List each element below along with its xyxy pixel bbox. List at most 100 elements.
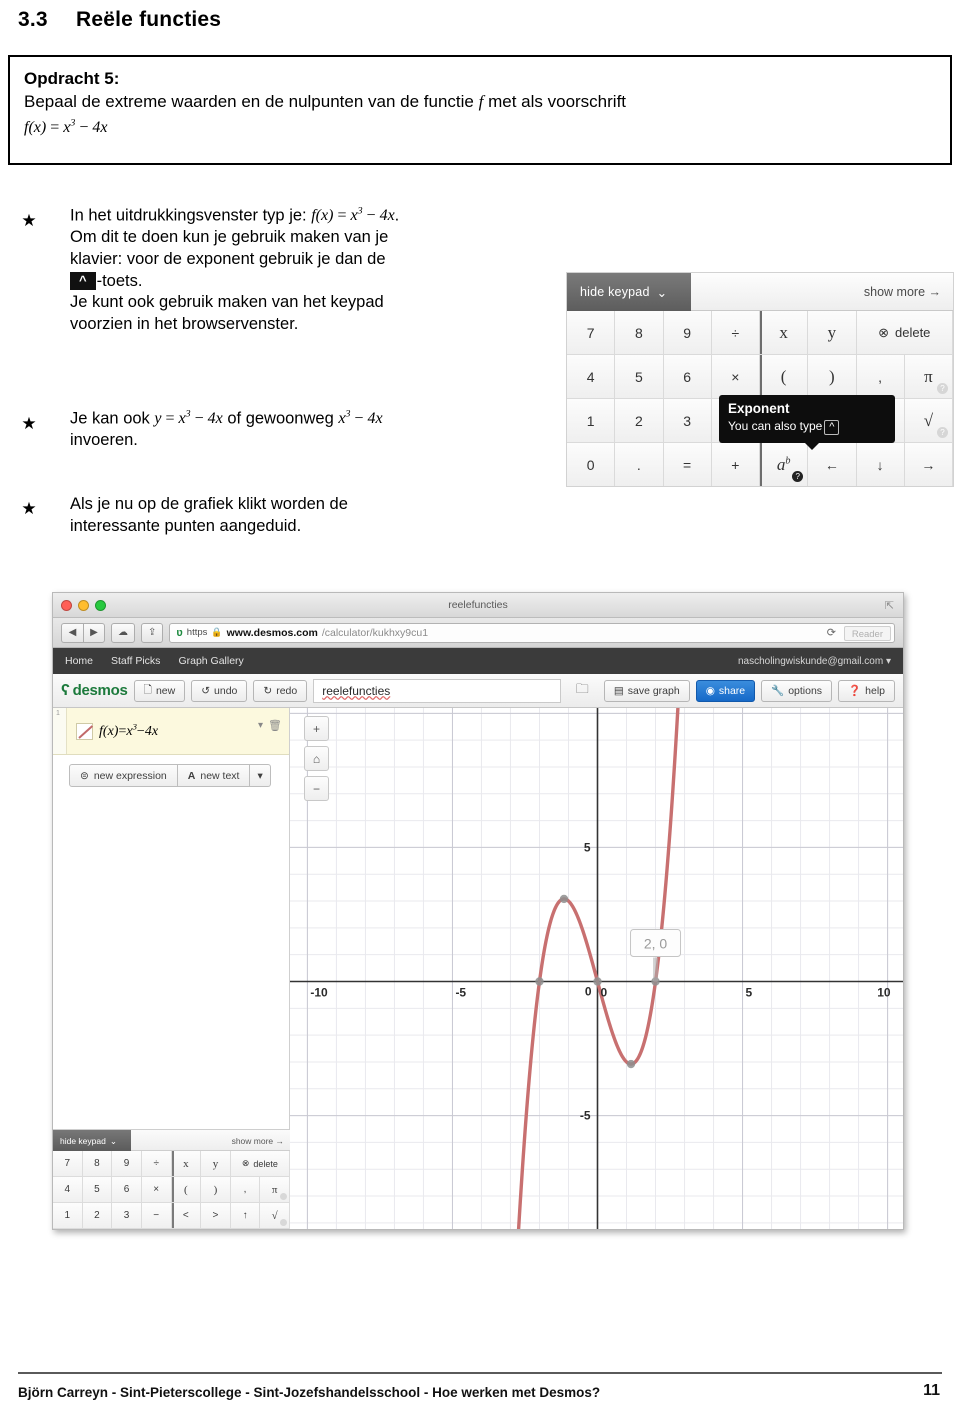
share-icon[interactable]: ⇪ <box>141 622 164 643</box>
minimize-window-icon[interactable] <box>78 600 89 611</box>
zoom-out-button[interactable]: − <box>304 776 329 801</box>
keypad-key-y[interactable]: y <box>808 311 857 355</box>
icloud-tabs-icon[interactable]: ☁ <box>111 622 135 643</box>
marked-point[interactable] <box>535 977 544 986</box>
keypad-key-[interactable]: √? <box>904 399 953 443</box>
expression-row[interactable]: 1 f(x)=x3−4x f(x)=x³−4x ▾ 🗑 <box>53 708 289 755</box>
desmos-keypad-key[interactable]: ↓ <box>231 1229 261 1230</box>
keypad-key-4[interactable]: 4 <box>567 355 616 399</box>
address-bar[interactable]: ʋ https 🔒 www.desmos.com /calculator/kuk… <box>169 622 895 643</box>
desmos-keypad-key[interactable]: − <box>141 1203 172 1229</box>
new-button[interactable]: 🗋 new <box>133 679 186 702</box>
keypad-key-1[interactable]: 1 <box>567 399 616 443</box>
keypad-key-3[interactable]: 3 <box>663 399 712 443</box>
nav-item-staff-picks[interactable]: Staff Picks <box>111 655 160 667</box>
keypad-key-9[interactable]: 9 <box>663 311 712 355</box>
desmos-keypad-key[interactable]: + <box>142 1229 172 1230</box>
marked-point[interactable] <box>593 977 602 986</box>
keypad-key-[interactable]: . <box>615 443 664 486</box>
keypad-key-[interactable]: ÷ <box>711 311 760 355</box>
desmos-keypad-key[interactable]: < <box>171 1203 202 1229</box>
keypad-key-6[interactable]: 6 <box>663 355 712 399</box>
reload-icon[interactable]: ⟳ <box>827 626 836 639</box>
graph-title-input[interactable]: reelefuncties <box>313 678 561 703</box>
desmos-keypad-key[interactable]: ab <box>172 1229 202 1230</box>
desmos-keypad-key[interactable]: = <box>112 1229 142 1230</box>
desmos-keypad-key[interactable]: ÷ <box>141 1151 172 1177</box>
desmos-keypad-key[interactable]: 7 <box>53 1151 83 1177</box>
desmos-keypad-key[interactable]: x <box>171 1151 202 1177</box>
back-button[interactable]: ◀ <box>61 622 83 643</box>
keypad-key-[interactable]: + <box>711 443 760 486</box>
desmos-keypad-key[interactable]: ⊗ delete <box>230 1151 290 1177</box>
keypad-key-[interactable]: × <box>711 355 760 399</box>
expression-value[interactable]: f(x)=x3−4x f(x)=x³−4x <box>99 722 158 741</box>
home-button[interactable]: ⌂ <box>304 746 329 771</box>
keypad-key-[interactable]: = <box>663 443 712 486</box>
close-window-icon[interactable] <box>61 600 72 611</box>
keypad-key-7[interactable]: 7 <box>567 311 616 355</box>
help-icon[interactable]: ? <box>937 427 948 438</box>
keypad-key-[interactable]: π? <box>904 355 953 399</box>
share-button[interactable]: ◉ share <box>695 679 756 702</box>
desmos-keypad-key[interactable]: . <box>83 1229 113 1230</box>
marked-point[interactable] <box>559 894 569 904</box>
curve-color-swatch[interactable] <box>76 722 93 740</box>
desmos-keypad-key[interactable]: × <box>141 1177 172 1203</box>
help-button[interactable]: ❓ help <box>838 679 895 702</box>
desmos-keypad-key[interactable]: 5 <box>82 1177 113 1203</box>
desmos-keypad-key[interactable]: π <box>260 1177 290 1203</box>
new-text-button[interactable]: A new text <box>177 764 251 787</box>
keypad-key-x[interactable]: x <box>760 311 809 355</box>
account-menu[interactable]: nascholingwiskunde@gmail.com ▾ <box>738 656 891 667</box>
desmos-keypad-key[interactable]: 4 <box>53 1177 83 1203</box>
desmos-keypad-key[interactable]: → <box>260 1229 290 1230</box>
desmos-keypad-key[interactable]: 3 <box>112 1203 142 1229</box>
nav-buttons[interactable]: ◀ ▶ <box>61 622 105 643</box>
redo-button[interactable]: ↻ redo <box>253 679 308 702</box>
new-expression-button[interactable]: ⊜ new expression <box>69 764 178 787</box>
window-traffic-lights[interactable] <box>61 600 106 611</box>
desmos-keypad-key[interactable]: 2 <box>82 1203 113 1229</box>
forward-button[interactable]: ▶ <box>83 622 105 643</box>
desmos-hide-keypad-button[interactable]: hide keypad ⌄ <box>53 1130 131 1152</box>
keypad-key-[interactable]: , <box>856 355 905 399</box>
desmos-keypad-key[interactable]: ↑ <box>230 1203 261 1229</box>
desmos-keypad-key[interactable]: > <box>201 1203 231 1229</box>
reader-button[interactable]: Reader <box>843 625 891 641</box>
zoom-controls[interactable]: + ⌂ − <box>304 716 329 806</box>
folder-icon[interactable]: 🗀 <box>567 680 598 702</box>
undo-button[interactable]: ↺ undo <box>191 679 248 702</box>
desmos-keypad-key[interactable]: 9 <box>112 1151 142 1177</box>
desmos-keypad-key[interactable]: ( <box>171 1177 202 1203</box>
keypad-key-5[interactable]: 5 <box>615 355 664 399</box>
desmos-keypad-key[interactable]: √ <box>260 1203 290 1229</box>
show-more-button[interactable]: show more → <box>864 273 941 311</box>
keypad-key-[interactable]: ↓ <box>856 443 905 486</box>
more-actions-button[interactable]: ▾ <box>250 764 271 787</box>
delete-expression-icon[interactable]: 🗑 <box>268 719 282 732</box>
keypad-key-0[interactable]: 0 <box>567 443 616 486</box>
save-graph-button[interactable]: ▤ save graph <box>603 679 690 702</box>
fullscreen-icon[interactable]: ⇱ <box>885 599 894 612</box>
keypad-key-delete[interactable]: ⊗ delete <box>856 311 953 355</box>
desmos-keypad-key[interactable]: y <box>201 1151 231 1177</box>
keypad-key-[interactable]: ) <box>808 355 857 399</box>
marked-point[interactable] <box>626 1059 636 1069</box>
keypad-key-[interactable]: ( <box>760 355 809 399</box>
nav-item-graph-gallery[interactable]: Graph Gallery <box>178 655 243 667</box>
desmos-keypad-key[interactable]: 6 <box>112 1177 142 1203</box>
keypad-key-8[interactable]: 8 <box>615 311 664 355</box>
options-button[interactable]: 🔧 options <box>761 679 833 702</box>
expression-menu-icon[interactable]: ▾ <box>258 720 263 731</box>
desmos-show-more-button[interactable]: show more → <box>232 1130 284 1152</box>
desmos-keypad-key[interactable]: , <box>230 1177 261 1203</box>
help-icon[interactable] <box>280 1193 287 1200</box>
keypad-key-[interactable]: → <box>904 443 953 486</box>
desmos-keypad-key[interactable]: 8 <box>82 1151 113 1177</box>
help-icon[interactable] <box>280 1219 287 1226</box>
desmos-keypad-key[interactable]: 1 <box>53 1203 83 1229</box>
desmos-keypad-key[interactable]: ← <box>201 1229 231 1230</box>
graph-canvas[interactable]: -10 -5 0 5 10 5 0 -5 2, 0 + ⌂ − <box>290 708 903 1229</box>
nav-item-home[interactable]: Home <box>65 655 93 667</box>
